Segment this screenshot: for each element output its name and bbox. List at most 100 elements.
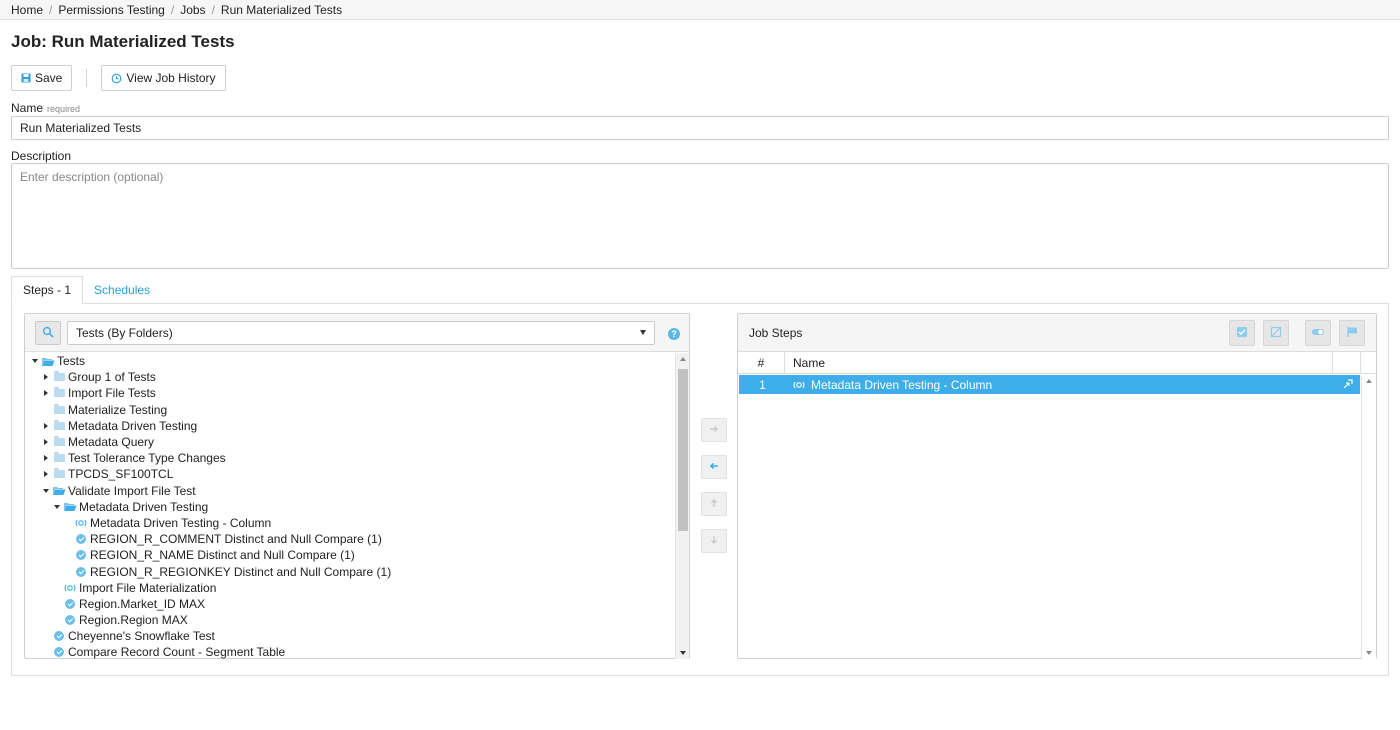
save-button[interactable]: Save [11,65,73,91]
tree-node-label: Compare Record Count - Segment Table [68,645,286,659]
scroll-up-arrow-icon[interactable] [1366,379,1372,383]
tree-node-label: Metadata Driven Testing - Column [90,515,272,530]
caret-down-icon[interactable] [41,486,51,496]
tree-node[interactable]: Tests [25,353,675,369]
tree-node-label: Test Tolerance Type Changes [68,451,226,466]
test-browser-panel: Tests (By Folders) ? Tests Group 1 of Tes… [24,313,690,659]
check-circle-icon [63,598,77,610]
tree-node-label: Import File Tests [68,386,156,401]
column-header-number[interactable]: # [738,352,785,374]
materialize-icon [74,517,88,529]
tab-schedules[interactable]: Schedules [83,276,161,304]
folder-icon [52,436,66,448]
toolbar-divider [86,69,88,87]
tree-node[interactable]: Region.Market_ID MAX [25,596,675,612]
tab-bar: Steps - 1 Schedules [11,276,1389,304]
move-step-up-button[interactable] [701,492,727,516]
tree-node-label: TPCDS_SF100TCL [68,467,174,482]
materialize-icon [793,379,805,391]
tree-node[interactable]: Test Tolerance Type Changes [25,450,675,466]
tree-node[interactable]: Compare Record Count - Segment Table [25,644,675,659]
breadcrumb-separator: / [211,2,215,17]
page-title: Job: Run Materialized Tests [11,32,235,51]
view-job-history-button[interactable]: View Job History [101,65,226,91]
tree-node[interactable]: Region.Region MAX [25,612,675,628]
tree-node[interactable]: Metadata Driven Testing [25,499,675,515]
save-button-label: Save [35,71,63,85]
test-tree-scrollbar[interactable] [675,353,689,659]
column-header-name[interactable]: Name [785,352,1333,374]
tree-node[interactable]: Materialize Testing [25,402,675,418]
job-steps-scrollbar[interactable] [1361,375,1376,659]
tree-node[interactable]: Cheyenne's Snowflake Test [25,628,675,644]
tree-node[interactable]: Metadata Driven Testing - Column [25,515,675,531]
job-steps-grid-header: # Name [738,352,1376,374]
enable-step-button[interactable] [1229,320,1255,346]
check-circle-icon [74,533,88,545]
test-tree: Tests Group 1 of Tests Import File Tests Ma… [25,353,675,659]
arrow-left-icon [709,460,719,474]
caret-right-icon[interactable] [41,437,51,447]
breadcrumb-separator: / [49,2,53,17]
tree-node[interactable]: Validate Import File Test [25,483,675,499]
chevron-down-icon [640,330,646,335]
breadcrumb-permissions-testing[interactable]: Permissions Testing [58,3,165,17]
caret-right-icon[interactable] [41,421,51,431]
breadcrumb-jobs[interactable]: Jobs [180,3,205,17]
tab-steps[interactable]: Steps - 1 [11,276,84,304]
caret-right-icon[interactable] [41,388,51,398]
toggle-step-button[interactable] [1305,320,1331,346]
help-icon[interactable]: ? [668,328,680,340]
tree-node[interactable]: REGION_R_NAME Distinct and Null Compare … [25,547,675,563]
tree-node[interactable]: Import File Tests [25,385,675,401]
history-icon [111,73,122,84]
job-step-row[interactable]: 1 Metadata Driven Testing - Column [739,375,1360,394]
search-button[interactable] [35,321,61,345]
description-textarea[interactable] [11,163,1389,269]
folder-icon [52,387,66,399]
tree-node-label: REGION_R_NAME Distinct and Null Compare … [90,548,355,563]
tree-node[interactable]: REGION_R_REGIONKEY Distinct and Null Com… [25,563,675,579]
scrollbar-thumb[interactable] [678,369,688,531]
caret-right-icon[interactable] [41,372,51,382]
remove-step-button[interactable] [701,455,727,479]
tree-node[interactable]: REGION_R_COMMENT Distinct and Null Compa… [25,531,675,547]
tree-node-label: Import File Materialization [79,580,217,595]
breadcrumb: Home / Permissions Testing / Jobs / Run … [0,0,1400,20]
scroll-up-arrow-icon[interactable] [680,357,686,361]
folder-icon [52,468,66,480]
check-circle-icon [52,646,66,658]
test-view-select-value: Tests (By Folders) [76,326,173,340]
add-step-button[interactable] [701,418,727,442]
tree-node[interactable]: TPCDS_SF100TCL [25,466,675,482]
tree-node[interactable]: Group 1 of Tests [25,369,675,385]
breadcrumb-home[interactable]: Home [11,3,43,17]
scroll-down-arrow-icon[interactable] [680,651,686,655]
test-browser-header: Tests (By Folders) ? [25,314,689,352]
caret-right-icon[interactable] [41,469,51,479]
name-input[interactable] [11,116,1389,140]
scroll-down-arrow-icon[interactable] [1366,651,1372,655]
description-label: Description [11,149,72,163]
caret-down-icon[interactable] [30,356,40,366]
job-step-name: Metadata Driven Testing - Column [811,377,993,392]
tree-node[interactable]: Metadata Query [25,434,675,450]
caret-down-icon[interactable] [52,502,62,512]
view-job-history-label: View Job History [126,71,216,85]
flag-step-button[interactable] [1339,320,1365,346]
step-action-icon[interactable] [1341,378,1354,391]
caret-right-icon[interactable] [41,453,51,463]
toggle-icon [1311,326,1325,340]
disable-step-button[interactable] [1263,320,1289,346]
test-view-select[interactable]: Tests (By Folders) [67,321,655,345]
move-step-down-button[interactable] [701,529,727,553]
required-indicator: required [47,104,81,114]
tree-node[interactable]: Import File Materialization [25,580,675,596]
tree-node[interactable]: Metadata Driven Testing [25,418,675,434]
folder-icon [52,452,66,464]
flag-icon [1346,326,1358,341]
tree-node-label: Materialize Testing [68,402,168,417]
